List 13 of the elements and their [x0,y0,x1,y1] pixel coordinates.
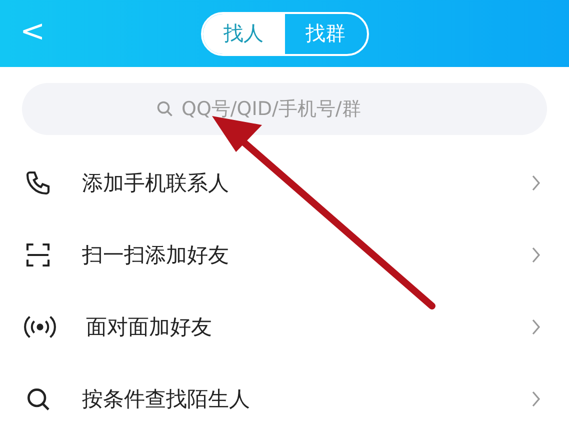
chevron-right-icon [531,246,541,264]
list-item[interactable]: 添加手机联系人 [0,147,569,219]
list-item[interactable]: 按条件查找陌生人 [0,363,569,426]
chevron-right-icon [531,174,541,192]
list-item[interactable]: 扫一扫添加好友 [0,219,569,291]
signal-waves-icon [24,313,56,341]
chevron-right-icon [531,318,541,336]
search-field[interactable]: QQ号/QID/手机号/群 [180,97,414,121]
phone-icon [24,169,52,197]
list-item[interactable]: 面对面加好友 [0,291,569,363]
chevron-right-icon [531,390,541,408]
search-icon [156,100,174,118]
scan-icon [24,241,52,269]
